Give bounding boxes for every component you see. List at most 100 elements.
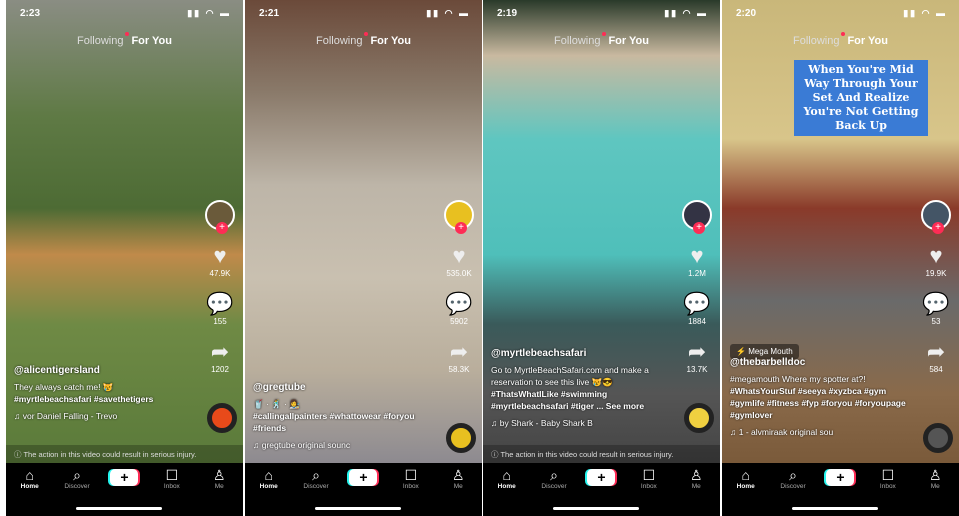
tab-for-you[interactable]: For You — [370, 35, 411, 47]
share-icon[interactable]: ➦ — [919, 340, 953, 364]
video-caption: @alicentigersland They always catch me! … — [14, 365, 197, 422]
music-disc-icon[interactable] — [446, 423, 476, 453]
nav-home[interactable]: ⌂ Home — [487, 467, 527, 516]
caption-text: Go to MyrtleBeachSafari.com and make a r… — [491, 365, 649, 387]
music-label[interactable]: ♫ by Shark - Baby Shark B — [491, 417, 674, 429]
inbox-icon: ☐ — [404, 467, 418, 483]
tab-for-you[interactable]: For You — [608, 35, 649, 47]
action-rail: + ♥ 535.0K 💬 5902 ➦ 58.3K — [442, 200, 476, 374]
inbox-icon: ☐ — [165, 467, 179, 483]
safety-warning: ⓘ The action in this video could result … — [483, 445, 720, 463]
nav-me[interactable]: ♙ Me — [676, 467, 716, 516]
tab-for-you[interactable]: For You — [131, 35, 172, 47]
music-disc-icon[interactable] — [923, 423, 953, 453]
profile-icon: ♙ — [689, 467, 703, 483]
home-icon: ⌂ — [502, 467, 511, 483]
creator-username[interactable]: @gregtube — [253, 382, 436, 394]
share-count: 58.3K — [448, 365, 470, 374]
signal-wifi-battery-icon: ▮▮ ◠ ▬ — [664, 8, 708, 18]
tab-following[interactable]: Following — [793, 35, 839, 47]
creator-username[interactable]: @thebarbelldoc — [730, 357, 913, 369]
signal-wifi-battery-icon: ▮▮ ◠ ▬ — [903, 8, 947, 18]
heart-icon[interactable]: ♥ — [442, 244, 476, 268]
caption-hashtags[interactable]: #callingallpainters #whattowear #foryou … — [253, 410, 436, 434]
inbox-icon: ☐ — [642, 467, 656, 483]
home-icon: ⌂ — [741, 467, 750, 483]
music-title: by Shark - Baby Shark B — [499, 418, 593, 428]
create-button[interactable]: + — [587, 469, 616, 486]
comment-count: 1884 — [688, 317, 706, 326]
home-indicator — [553, 507, 639, 510]
comment-count: 53 — [931, 317, 941, 326]
tab-following[interactable]: Following — [77, 35, 123, 47]
music-label[interactable]: ♫ gregtube original sounc — [253, 439, 436, 451]
creator-avatar[interactable]: + — [682, 200, 712, 234]
share-count: 13.7K — [686, 365, 708, 374]
heart-icon[interactable]: ♥ — [919, 244, 953, 268]
tab-for-you[interactable]: For You — [847, 35, 888, 47]
action-rail: + ♥ 1.2M 💬 1884 ➦ 13.7K — [680, 200, 714, 374]
create-button[interactable]: + — [826, 469, 855, 486]
comment-icon[interactable]: 💬 — [203, 292, 237, 316]
creator-avatar[interactable]: + — [205, 200, 235, 234]
nav-home[interactable]: ⌂ Home — [249, 467, 289, 516]
music-label[interactable]: ♫ 1 - alvmiraak original sou — [730, 426, 913, 438]
status-bar: 2:20 ▮▮ ◠ ▬ — [736, 8, 947, 19]
creator-username[interactable]: @alicentigersland — [14, 365, 197, 377]
search-icon: ⌕ — [789, 467, 797, 483]
create-button[interactable]: + — [349, 469, 378, 486]
share-icon[interactable]: ➦ — [442, 340, 476, 364]
caption-hashtags[interactable]: #ThatsWhatILike #swimming #myrtlebeachsa… — [491, 388, 674, 412]
video-caption: @thebarbelldoc #megamouth Where my spott… — [730, 357, 913, 438]
follow-plus-icon[interactable]: + — [216, 222, 228, 234]
caption-hashtags[interactable]: #myrtlebeachsafari #savethetigers — [14, 393, 197, 405]
nav-home[interactable]: ⌂ Home — [10, 467, 50, 516]
tab-following[interactable]: Following — [554, 35, 600, 47]
share-count: 584 — [929, 365, 943, 374]
action-rail: + ♥ 19.9K 💬 53 ➦ 584 — [919, 200, 953, 374]
music-disc-icon[interactable] — [684, 403, 714, 433]
music-label[interactable]: ♫ vor Daniel Falling - Trevo — [14, 410, 197, 422]
follow-plus-icon[interactable]: + — [932, 222, 944, 234]
comment-count: 5902 — [450, 317, 468, 326]
action-rail: + ♥ 47.9K 💬 155 ➦ 1202 — [203, 200, 237, 374]
signal-wifi-battery-icon: ▮▮ ◠ ▬ — [187, 8, 231, 18]
video-caption: @gregtube 🥤 · 🕺 · 👩‍🎨 #callingallpainter… — [253, 382, 436, 451]
comment-icon[interactable]: 💬 — [680, 292, 714, 316]
caption-text: They always catch me! 😿 — [14, 382, 114, 392]
share-icon[interactable]: ➦ — [203, 340, 237, 364]
heart-icon[interactable]: ♥ — [203, 244, 237, 268]
like-count: 47.9K — [209, 269, 231, 278]
feed-tabs: Following For You — [722, 35, 959, 47]
home-indicator — [792, 507, 878, 510]
status-time: 2:21 — [259, 8, 280, 19]
caption-hashtags[interactable]: #WhatsYourStuf #seeya #xyzbca #gym #gyml… — [730, 385, 913, 421]
search-icon: ⌕ — [550, 467, 558, 483]
creator-avatar[interactable]: + — [921, 200, 951, 234]
profile-icon: ♙ — [928, 467, 942, 483]
home-indicator — [76, 507, 162, 510]
tab-following[interactable]: Following — [316, 35, 362, 47]
nav-me[interactable]: ♙ Me — [915, 467, 955, 516]
home-icon: ⌂ — [264, 467, 273, 483]
home-indicator — [315, 507, 401, 510]
comment-icon[interactable]: 💬 — [442, 292, 476, 316]
comment-icon[interactable]: 💬 — [919, 292, 953, 316]
follow-plus-icon[interactable]: + — [455, 222, 467, 234]
music-disc-icon[interactable] — [207, 403, 237, 433]
effect-badge-label: Mega Mouth — [748, 347, 793, 356]
nav-home[interactable]: ⌂ Home — [726, 467, 766, 516]
phone-screen: 2:21 ▮▮ ◠ ▬ Following For You + ♥ 535.0K 💬 5… — [245, 0, 482, 516]
nav-me[interactable]: ♙ Me — [199, 467, 239, 516]
status-bar: 2:21 ▮▮ ◠ ▬ — [259, 8, 470, 19]
nav-me[interactable]: ♙ Me — [438, 467, 478, 516]
create-button[interactable]: + — [110, 469, 139, 486]
music-title: vor Daniel Falling - Trevo — [22, 411, 118, 421]
creator-username[interactable]: @myrtlebeachsafari — [491, 348, 674, 360]
warning-text: The action in this video could result in… — [500, 450, 674, 459]
creator-avatar[interactable]: + — [444, 200, 474, 234]
heart-icon[interactable]: ♥ — [680, 244, 714, 268]
safety-warning: ⓘ The action in this video could result … — [6, 445, 243, 463]
share-icon[interactable]: ➦ — [680, 340, 714, 364]
follow-plus-icon[interactable]: + — [693, 222, 705, 234]
